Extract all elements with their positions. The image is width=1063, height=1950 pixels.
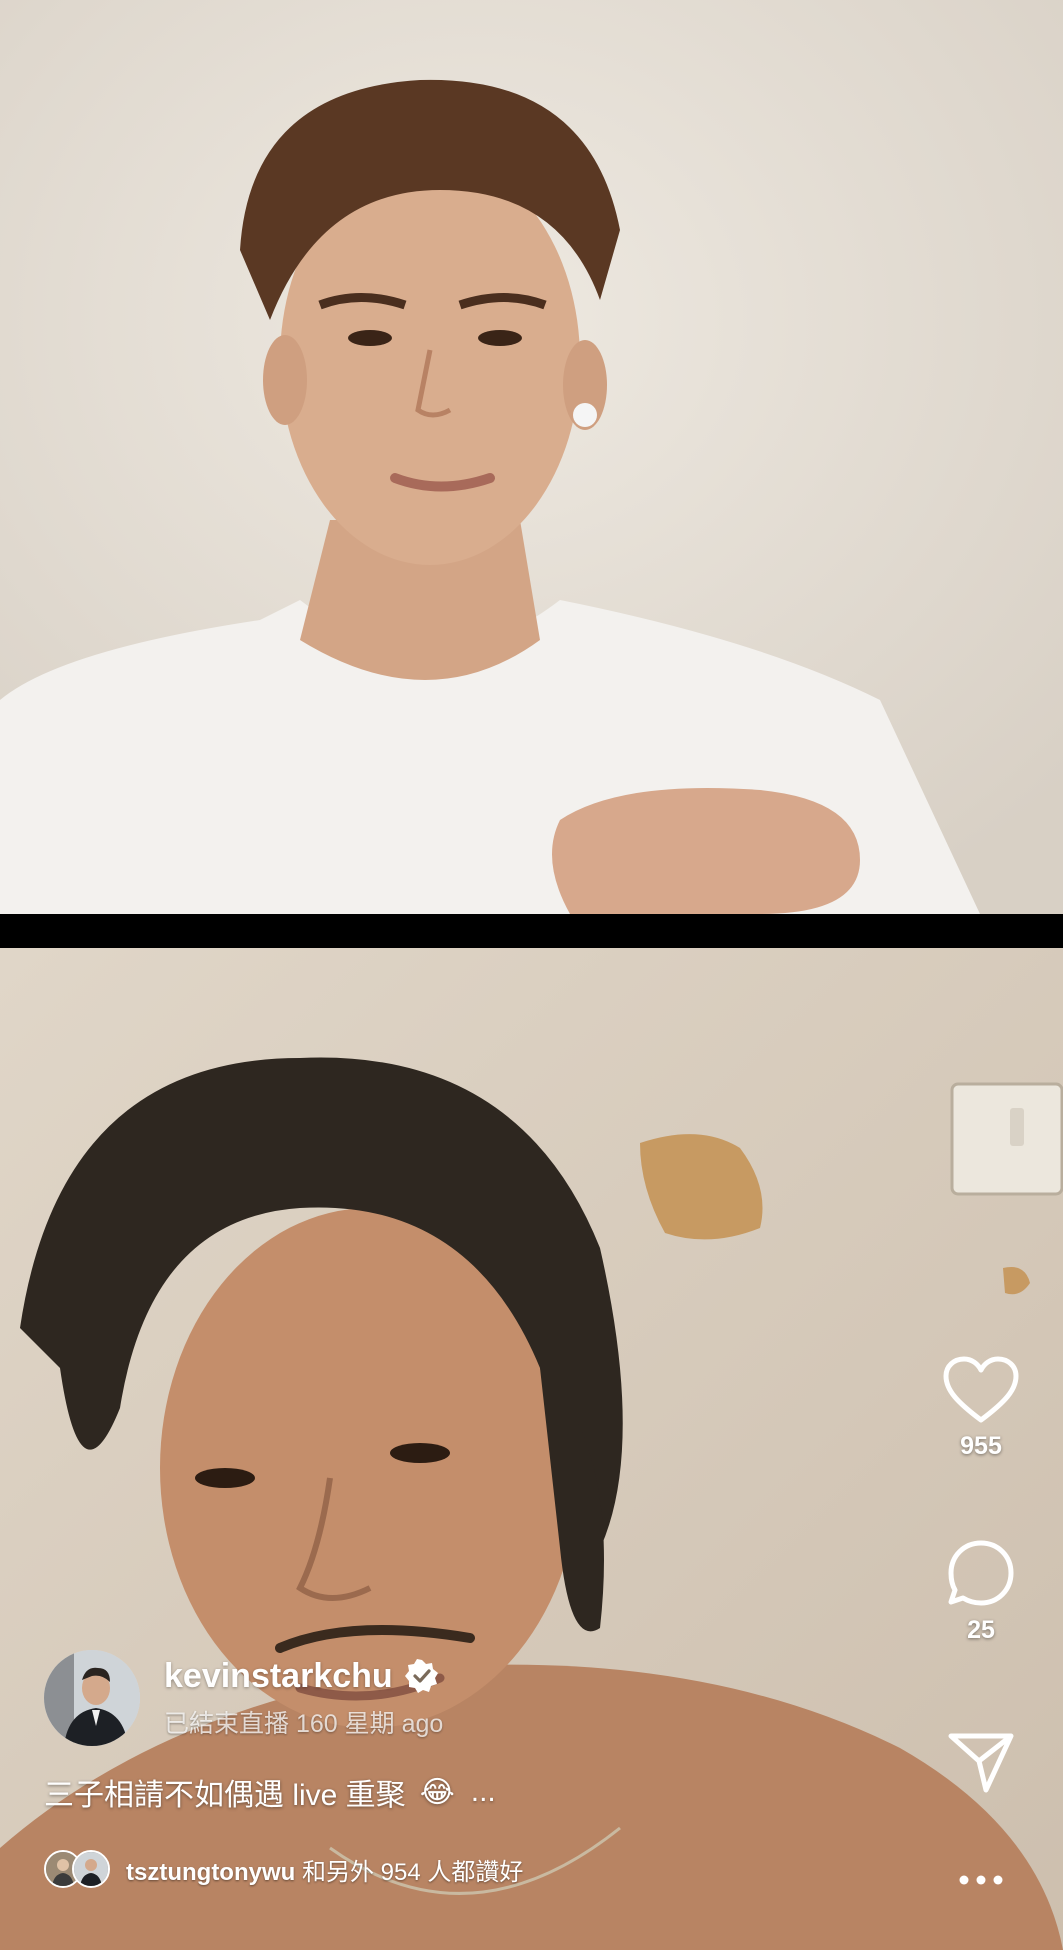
comment-bubble-icon <box>948 1540 1014 1606</box>
liked-by-suffix: 和另外 954 人都讚好 <box>301 1858 524 1886</box>
author-meta: kevinstarkchu 已結束直播 160 星期 ago <box>164 1657 443 1740</box>
liker-avatar <box>72 1850 110 1888</box>
video-divider <box>0 914 1063 948</box>
liked-by-username[interactable]: tsztungtonywu <box>126 1859 295 1886</box>
caption-text: 三子相請不如偶遇 live 重聚 <box>44 1779 406 1812</box>
username[interactable]: kevinstarkchu <box>164 1657 393 1696</box>
post-time: 160 星期 ago <box>295 1709 444 1738</box>
comment-button[interactable]: 25 <box>936 1538 1026 1645</box>
laughing-emoji-icon: 😂 <box>419 1775 455 1809</box>
verified-badge-icon <box>404 1659 438 1693</box>
comment-count: 25 <box>967 1616 995 1644</box>
username-line: kevinstarkchu <box>164 1657 443 1696</box>
liked-by-text: tsztungtonywu 和另外 954 人都讚好 <box>126 1852 523 1887</box>
paper-plane-icon <box>948 1733 1014 1793</box>
avatar[interactable] <box>44 1650 140 1746</box>
like-button[interactable]: 955 <box>936 1356 1026 1461</box>
caption-more-link[interactable]: ... <box>471 1775 496 1809</box>
more-dots-icon <box>959 1875 1003 1885</box>
live-status-line: 已結束直播 160 星期 ago <box>164 1704 443 1740</box>
top-video-feed <box>0 0 1063 914</box>
author-row: kevinstarkchu 已結束直播 160 星期 ago <box>44 1650 443 1746</box>
caption[interactable]: 三子相請不如偶遇 live 重聚 😂 ... <box>44 1770 496 1814</box>
author-avatar-image <box>44 1650 140 1746</box>
top-participant-image <box>0 0 1063 914</box>
liked-by-row[interactable]: tsztungtonywu 和另外 954 人都讚好 <box>44 1850 523 1888</box>
live-ended-label: 已結束直播 <box>164 1709 290 1738</box>
heart-icon <box>943 1356 1019 1423</box>
like-count: 955 <box>960 1432 1002 1460</box>
more-options-button[interactable] <box>936 1862 1026 1898</box>
share-button[interactable] <box>936 1732 1026 1794</box>
